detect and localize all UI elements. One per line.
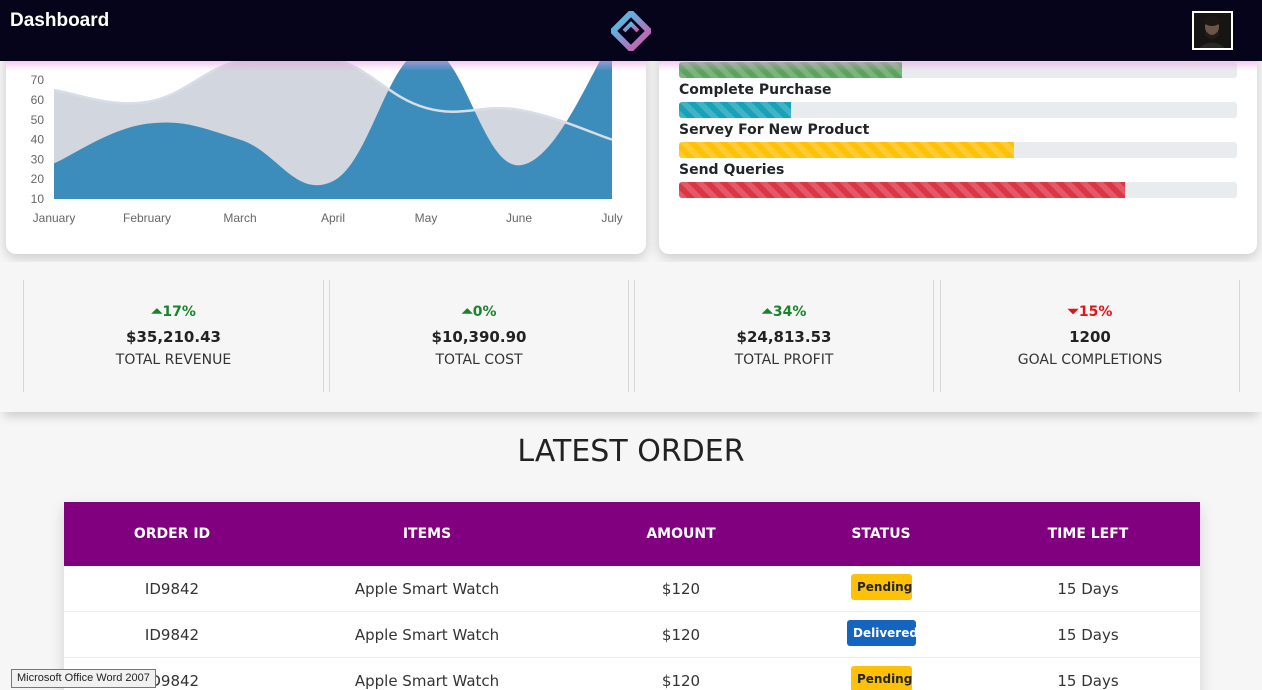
user-avatar[interactable]	[1192, 11, 1233, 50]
y-tick-label: 30	[31, 152, 45, 166]
cell-amount: $120	[661, 626, 701, 644]
cell-item: Apple Smart Watch	[354, 672, 500, 690]
stat-goal-completions: ⏷15% 1200 GOAL COMPLETIONS	[940, 280, 1240, 392]
cell-order-id: ID9842	[144, 626, 200, 644]
cell-time-left: 15 Days	[1057, 626, 1119, 644]
x-tick-label: February	[123, 211, 171, 225]
table-row[interactable]: ID9842 Apple Smart Watch $120 Pending 15…	[64, 566, 1200, 612]
stat-change-value: 15%	[1078, 304, 1113, 320]
cell-amount: $120	[661, 672, 701, 690]
y-tick-label: 40	[31, 133, 45, 147]
progress-fill	[679, 142, 1014, 158]
column-header-time-left[interactable]: TIME LEFT	[1018, 526, 1158, 542]
progress-bar-send-queries	[679, 182, 1237, 198]
stat-change-value: 34%	[772, 304, 807, 320]
top-navbar: Dashboard	[0, 0, 1262, 61]
status-badge: Delivered	[847, 620, 918, 646]
stat-label: GOAL COMPLETIONS	[1017, 352, 1163, 368]
cell-order-id: ID9842	[144, 580, 200, 598]
brand-logo-icon[interactable]	[611, 11, 651, 51]
stat-label: TOTAL PROFIT	[734, 352, 834, 368]
x-tick-label: March	[223, 211, 256, 225]
stat-label: TOTAL REVENUE	[115, 352, 232, 368]
stat-total-cost: ⏶0% $10,390.90 TOTAL COST	[329, 280, 629, 392]
stat-value: 1200	[1069, 328, 1111, 346]
arrow-up-icon: ⏶	[461, 304, 473, 320]
progress-card: Complete Purchase Servey For New Product…	[659, 40, 1257, 254]
cell-item: Apple Smart Watch	[354, 626, 500, 644]
y-tick-label: 60	[31, 93, 45, 107]
latest-order-title: LATEST ORDER	[517, 434, 745, 469]
x-tick-label: January	[33, 211, 76, 225]
table-header: ORDER ID ITEMS AMOUNT STATUS TIME LEFT	[64, 502, 1200, 566]
x-tick-label: May	[415, 211, 438, 225]
progress-fill	[679, 102, 791, 118]
cell-item: Apple Smart Watch	[354, 580, 500, 598]
x-tick-label: June	[506, 211, 532, 225]
y-tick-label: 70	[31, 73, 45, 87]
sales-area-chart: 10 20 30 40 50 60 70 January February March April M…	[31, 61, 623, 225]
stat-value: $24,813.53	[736, 328, 832, 346]
progress-card-glow	[659, 61, 1257, 71]
progress-label: Complete Purchase	[679, 82, 832, 98]
cell-amount: $120	[661, 580, 701, 598]
sales-chart-card: 10 20 30 40 50 60 70 January February March April M…	[6, 40, 646, 254]
y-tick-label: 50	[31, 113, 45, 127]
progress-label: Servey For New Product	[679, 122, 870, 138]
column-header-items[interactable]: ITEMS	[357, 526, 497, 542]
column-header-status[interactable]: STATUS	[811, 526, 951, 542]
cell-time-left: 15 Days	[1057, 580, 1119, 598]
table-row[interactable]: ID9842 Apple Smart Watch $120 Pending 15…	[64, 658, 1200, 690]
column-header-order-id[interactable]: ORDER ID	[102, 526, 242, 542]
stat-total-revenue: ⏶17% $35,210.43 TOTAL REVENUE	[23, 280, 324, 392]
table-row[interactable]: ID9842 Apple Smart Watch $120 Delivered …	[64, 612, 1200, 658]
y-tick-label: 10	[31, 192, 45, 206]
stat-value: $35,210.43	[126, 328, 221, 346]
column-header-amount[interactable]: AMOUNT	[611, 526, 751, 542]
stat-total-profit: ⏶34% $24,813.53 TOTAL PROFIT	[634, 280, 934, 392]
cell-time-left: 15 Days	[1057, 672, 1119, 690]
progress-label: Send Queries	[679, 162, 785, 178]
stat-change: ⏷15%	[941, 304, 1239, 320]
arrow-up-icon: ⏶	[151, 304, 163, 320]
stat-change: ⏶0%	[330, 304, 628, 320]
arrow-down-icon: ⏷	[1067, 304, 1079, 320]
progress-bar-servey	[679, 142, 1237, 158]
x-tick-label: July	[601, 211, 622, 225]
stats-section: ⏶17% $35,210.43 TOTAL REVENUE ⏶0% $10,39…	[0, 262, 1262, 412]
arrow-up-icon: ⏶	[761, 304, 773, 320]
status-badge: Pending	[851, 666, 912, 690]
stat-label: TOTAL COST	[435, 352, 523, 368]
status-badge: Pending	[851, 574, 912, 600]
progress-fill	[679, 182, 1126, 198]
progress-bar-complete-purchase	[679, 102, 1237, 118]
stat-change-value: 17%	[162, 304, 196, 320]
x-tick-label: April	[321, 211, 345, 225]
taskbar-tooltip: Microsoft Office Word 2007	[11, 669, 156, 688]
y-tick-label: 20	[31, 172, 45, 186]
stat-change: ⏶34%	[635, 304, 933, 320]
chart-card-glow	[6, 61, 646, 71]
stat-change-value: 0%	[472, 304, 497, 320]
orders-table: ORDER ID ITEMS AMOUNT STATUS TIME LEFT I…	[64, 502, 1200, 690]
stat-change: ⏶17%	[24, 304, 323, 320]
page-title[interactable]: Dashboard	[10, 10, 109, 32]
stat-value: $10,390.90	[431, 328, 527, 346]
user-avatar-icon	[1194, 13, 1231, 48]
